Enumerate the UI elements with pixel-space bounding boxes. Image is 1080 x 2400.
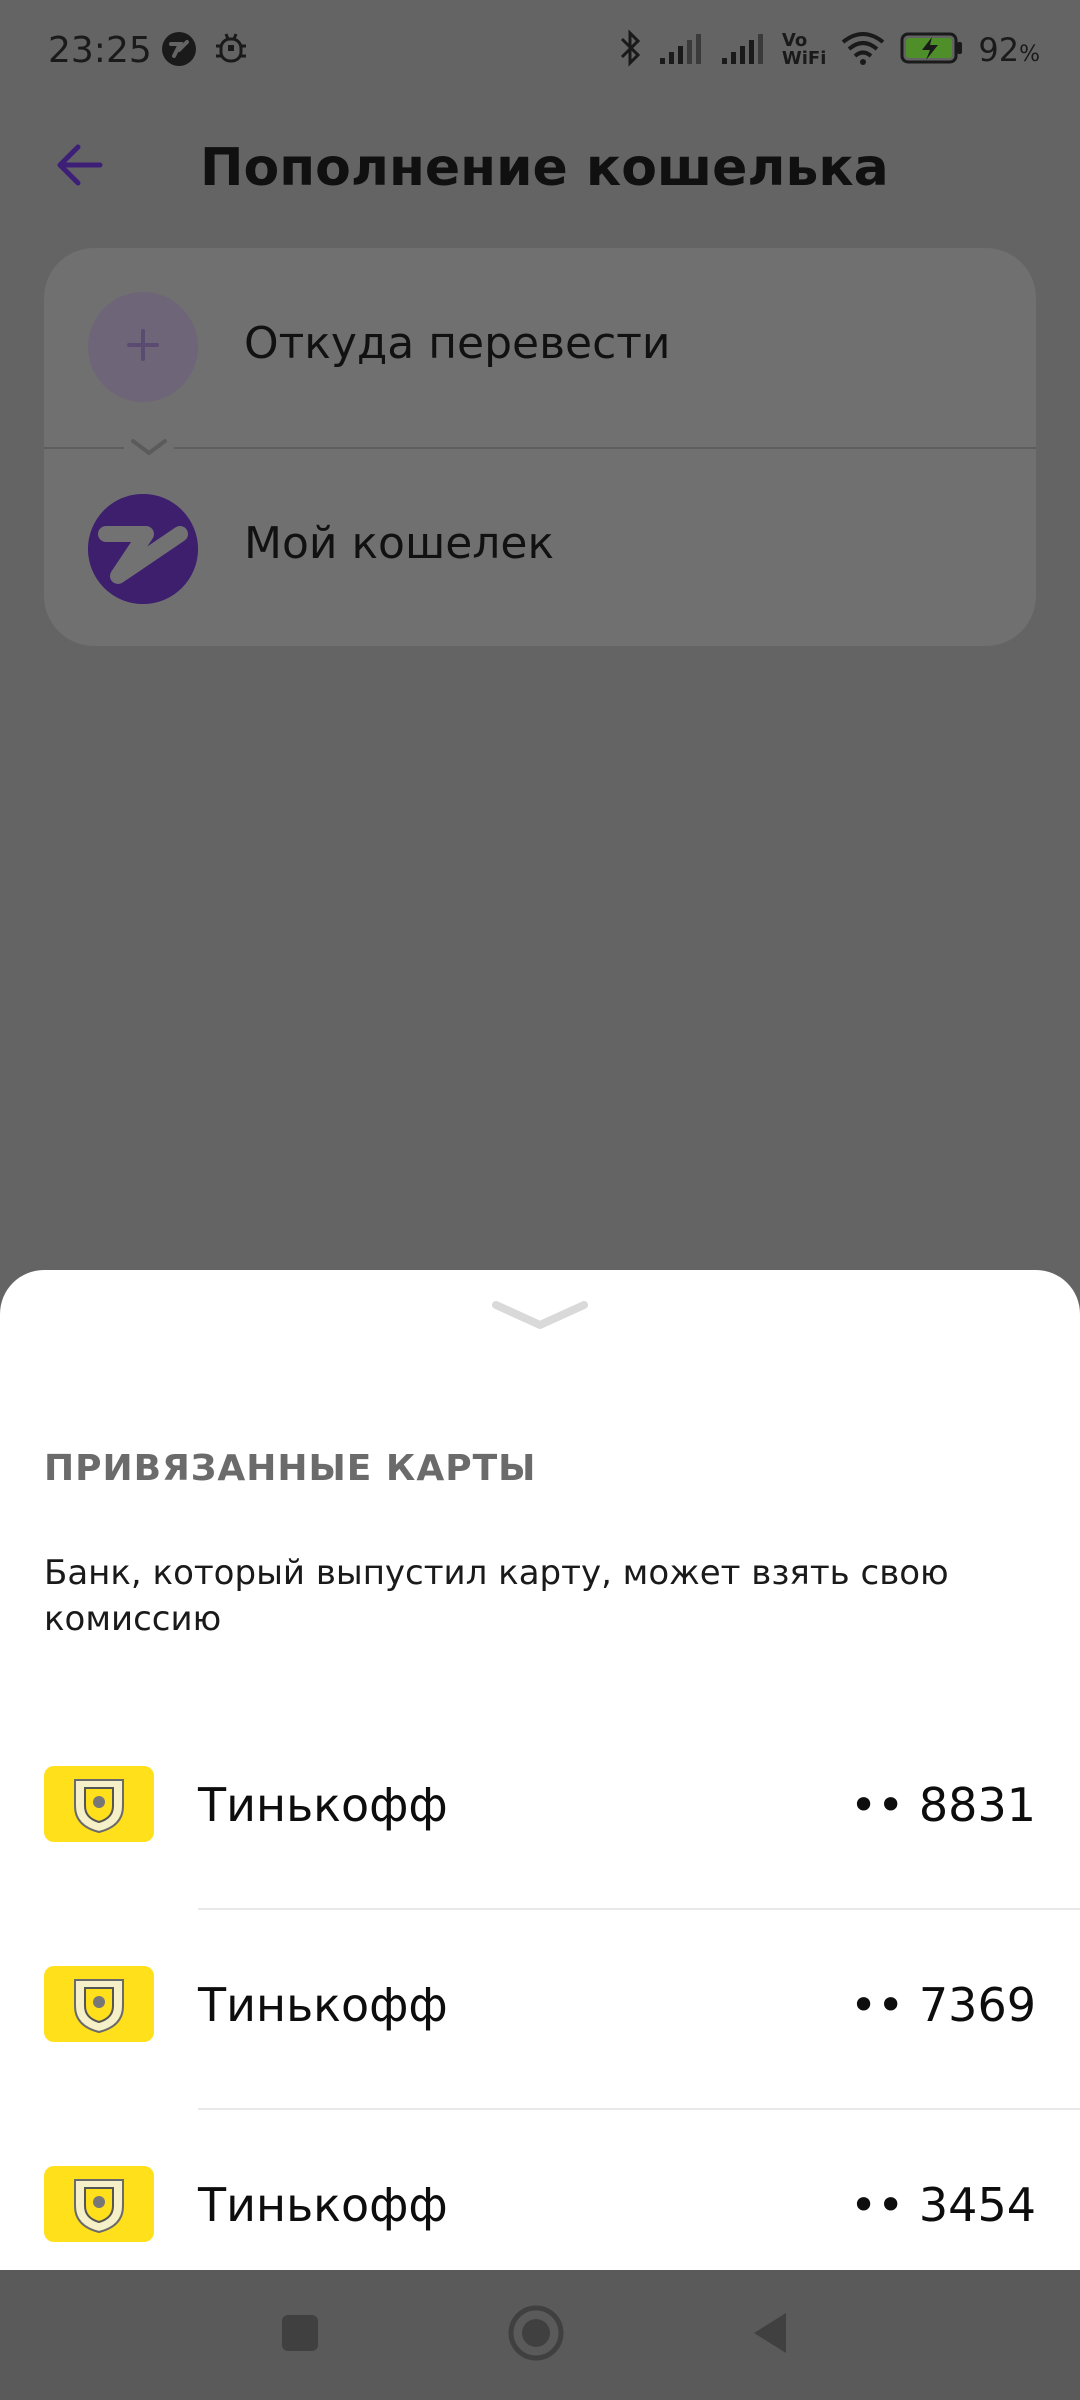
signal-icon — [720, 30, 768, 70]
sheet-collapse-handle[interactable] — [490, 1298, 590, 1338]
plus-icon — [123, 325, 163, 369]
add-source-button[interactable] — [88, 292, 198, 402]
card-bank-name: Тинькофф — [198, 2178, 448, 2232]
status-bar: 23:25 Vo WiFi 92% — [0, 0, 1080, 100]
card-masked-number: •• 8831 — [850, 1778, 1036, 1832]
bluetooth-icon — [618, 28, 644, 72]
card-bank-name: Тинькофф — [198, 1978, 448, 2032]
nav-back-button[interactable] — [730, 2300, 810, 2370]
card-bank-name: Тинькофф — [198, 1778, 448, 1832]
battery-percent: 92 — [978, 31, 1020, 69]
home-button[interactable] — [496, 2300, 576, 2370]
home-circle-icon — [506, 2303, 566, 2367]
chevron-down-icon — [492, 1299, 588, 1337]
wallet-logo-icon — [88, 494, 198, 604]
status-time: 23:25 — [48, 30, 152, 71]
sheet-heading: ПРИВЯЗАННЫЕ КАРТЫ — [44, 1448, 537, 1489]
transfer-source-label: Откуда перевести — [244, 318, 671, 369]
battery-charging-icon — [900, 31, 964, 69]
vowifi-icon: Vo WiFi — [781, 30, 827, 69]
card-masked-number: •• 7369 — [850, 1978, 1036, 2032]
back-button[interactable] — [44, 132, 114, 202]
transfer-source-row[interactable]: Откуда перевести — [44, 248, 1036, 448]
transfer-destination-label: Мой кошелек — [244, 518, 555, 569]
tinkoff-logo-icon — [44, 2166, 154, 2242]
battery-percent-sign: % — [1019, 42, 1040, 67]
recent-apps-button[interactable] — [260, 2300, 340, 2370]
wifi-icon — [840, 30, 886, 70]
bug-icon — [212, 30, 250, 72]
tinkoff-logo-icon — [44, 1966, 154, 2042]
arrow-left-icon — [54, 143, 104, 191]
signal-icon — [658, 30, 706, 70]
transfer-destination-row[interactable]: Мой кошелек — [44, 448, 1036, 648]
system-navigation-bar — [0, 2270, 1080, 2400]
commission-note: Банк, который выпустил карту, может взят… — [44, 1553, 949, 1639]
page-title: Пополнение кошелька — [200, 138, 889, 198]
linked-cards-sheet: ПРИВЯЗАННЫЕ КАРТЫ Банк, который выпустил… — [0, 1270, 1080, 2270]
square-icon — [278, 2311, 322, 2359]
triangle-back-icon — [748, 2309, 792, 2361]
linked-card-row[interactable]: Тинькофф •• 7369 — [0, 1910, 1080, 2110]
app-notification-icon — [160, 30, 198, 72]
transfer-card: Откуда перевести Мой кошелек — [44, 248, 1036, 646]
app-header: Пополнение кошелька — [0, 120, 1080, 220]
tinkoff-logo-icon — [44, 1766, 154, 1842]
card-masked-number: •• 3454 — [850, 2178, 1036, 2232]
linked-card-row[interactable]: Тинькофф •• 8831 — [0, 1710, 1080, 1910]
